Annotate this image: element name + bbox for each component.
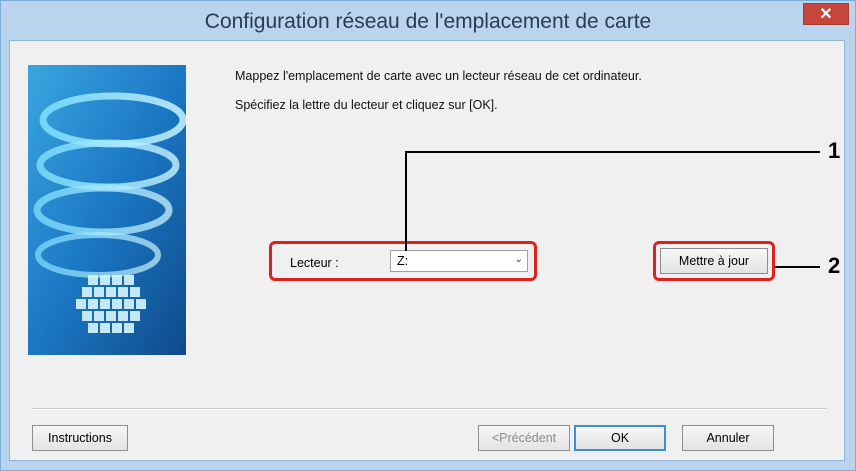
ok-button[interactable]: OK	[574, 425, 666, 451]
callout-1-vertical	[405, 151, 407, 251]
title-bar[interactable]: Configuration réseau de l'emplacement de…	[1, 1, 855, 41]
callout-2-number: 2	[828, 253, 841, 278]
close-button[interactable]: ✕	[803, 3, 849, 25]
chevron-down-icon: ⌄	[514, 254, 523, 265]
drive-select[interactable]: Z: ⌄	[390, 250, 528, 272]
refresh-button[interactable]: Mettre à jour	[660, 248, 768, 274]
side-artwork	[28, 65, 186, 355]
back-button[interactable]: <Précédent	[478, 425, 570, 451]
window-title: Configuration réseau de l'emplacement de…	[204, 10, 652, 33]
callout-2-line	[775, 266, 820, 268]
drive-label: Lecteur :	[290, 256, 339, 270]
footer-separator	[32, 408, 826, 410]
cancel-button[interactable]: Annuler	[682, 425, 774, 451]
dialog-body: Mappez l'emplacement de carte avec un le…	[9, 40, 845, 461]
instruction-line-2: Spécifiez la lettre du lecteur et clique…	[235, 98, 498, 112]
drive-select-value: Z:	[397, 254, 409, 268]
instructions-button[interactable]: Instructions	[32, 425, 128, 451]
callout-1-horizontal	[405, 151, 820, 153]
instruction-line-1: Mappez l'emplacement de carte avec un le…	[235, 69, 642, 83]
callout-1-number: 1	[828, 138, 841, 163]
close-icon: ✕	[819, 6, 833, 23]
spiral-artwork	[28, 65, 186, 355]
